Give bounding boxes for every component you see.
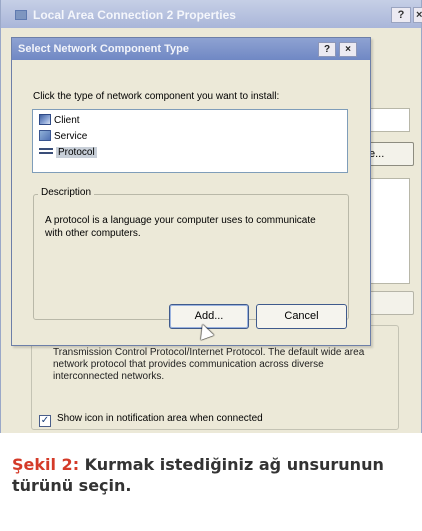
- dialog-help-button[interactable]: ?: [318, 42, 336, 57]
- background-properties-button[interactable]: [364, 291, 414, 315]
- cancel-button[interactable]: Cancel: [256, 304, 347, 329]
- show-icon-checkbox[interactable]: ✓: [39, 415, 51, 427]
- figure-caption: Şekil 2: Kurmak istediğiniz ağ unsurunun…: [0, 436, 422, 531]
- list-item-label: Service: [54, 131, 88, 142]
- protocol-icon: [39, 148, 53, 154]
- list-item-label: Client: [54, 115, 80, 126]
- background-close-button[interactable]: ×: [413, 7, 422, 23]
- dialog-title-bar: Select Network Component Type: [12, 38, 370, 60]
- list-item-protocol[interactable]: Protocol: [39, 147, 97, 158]
- background-title-bar: Local Area Connection 2 Properties: [1, 0, 421, 28]
- show-icon-checkbox-row[interactable]: ✓ Show icon in notification area when con…: [39, 413, 263, 427]
- select-component-dialog: Select Network Component Type ? × Click …: [11, 37, 371, 346]
- caption-label: Şekil 2:: [12, 455, 80, 474]
- network-connection-icon: [15, 10, 27, 20]
- description-group: [33, 194, 349, 320]
- list-item-service[interactable]: Service: [39, 130, 87, 142]
- show-icon-checkbox-label: Show icon in notification area when conn…: [57, 413, 263, 424]
- dialog-instruction: Click the type of network component you …: [33, 91, 280, 102]
- dialog-title: Select Network Component Type: [18, 43, 189, 55]
- service-icon: [39, 130, 51, 141]
- list-item-client[interactable]: Client: [39, 114, 80, 126]
- background-help-button[interactable]: ?: [391, 7, 411, 23]
- component-type-list[interactable]: Client Service Protocol: [32, 109, 348, 173]
- background-configure-button[interactable]: e...: [364, 142, 414, 166]
- dialog-close-button[interactable]: ×: [339, 42, 357, 57]
- background-window-title: Local Area Connection 2 Properties: [33, 8, 236, 22]
- client-icon: [39, 114, 51, 125]
- description-text: A protocol is a language your computer u…: [45, 215, 316, 239]
- description-legend: Description: [38, 187, 95, 198]
- list-item-label: Protocol: [56, 147, 97, 158]
- background-description-text: Transmission Control Protocol/Internet P…: [53, 347, 365, 382]
